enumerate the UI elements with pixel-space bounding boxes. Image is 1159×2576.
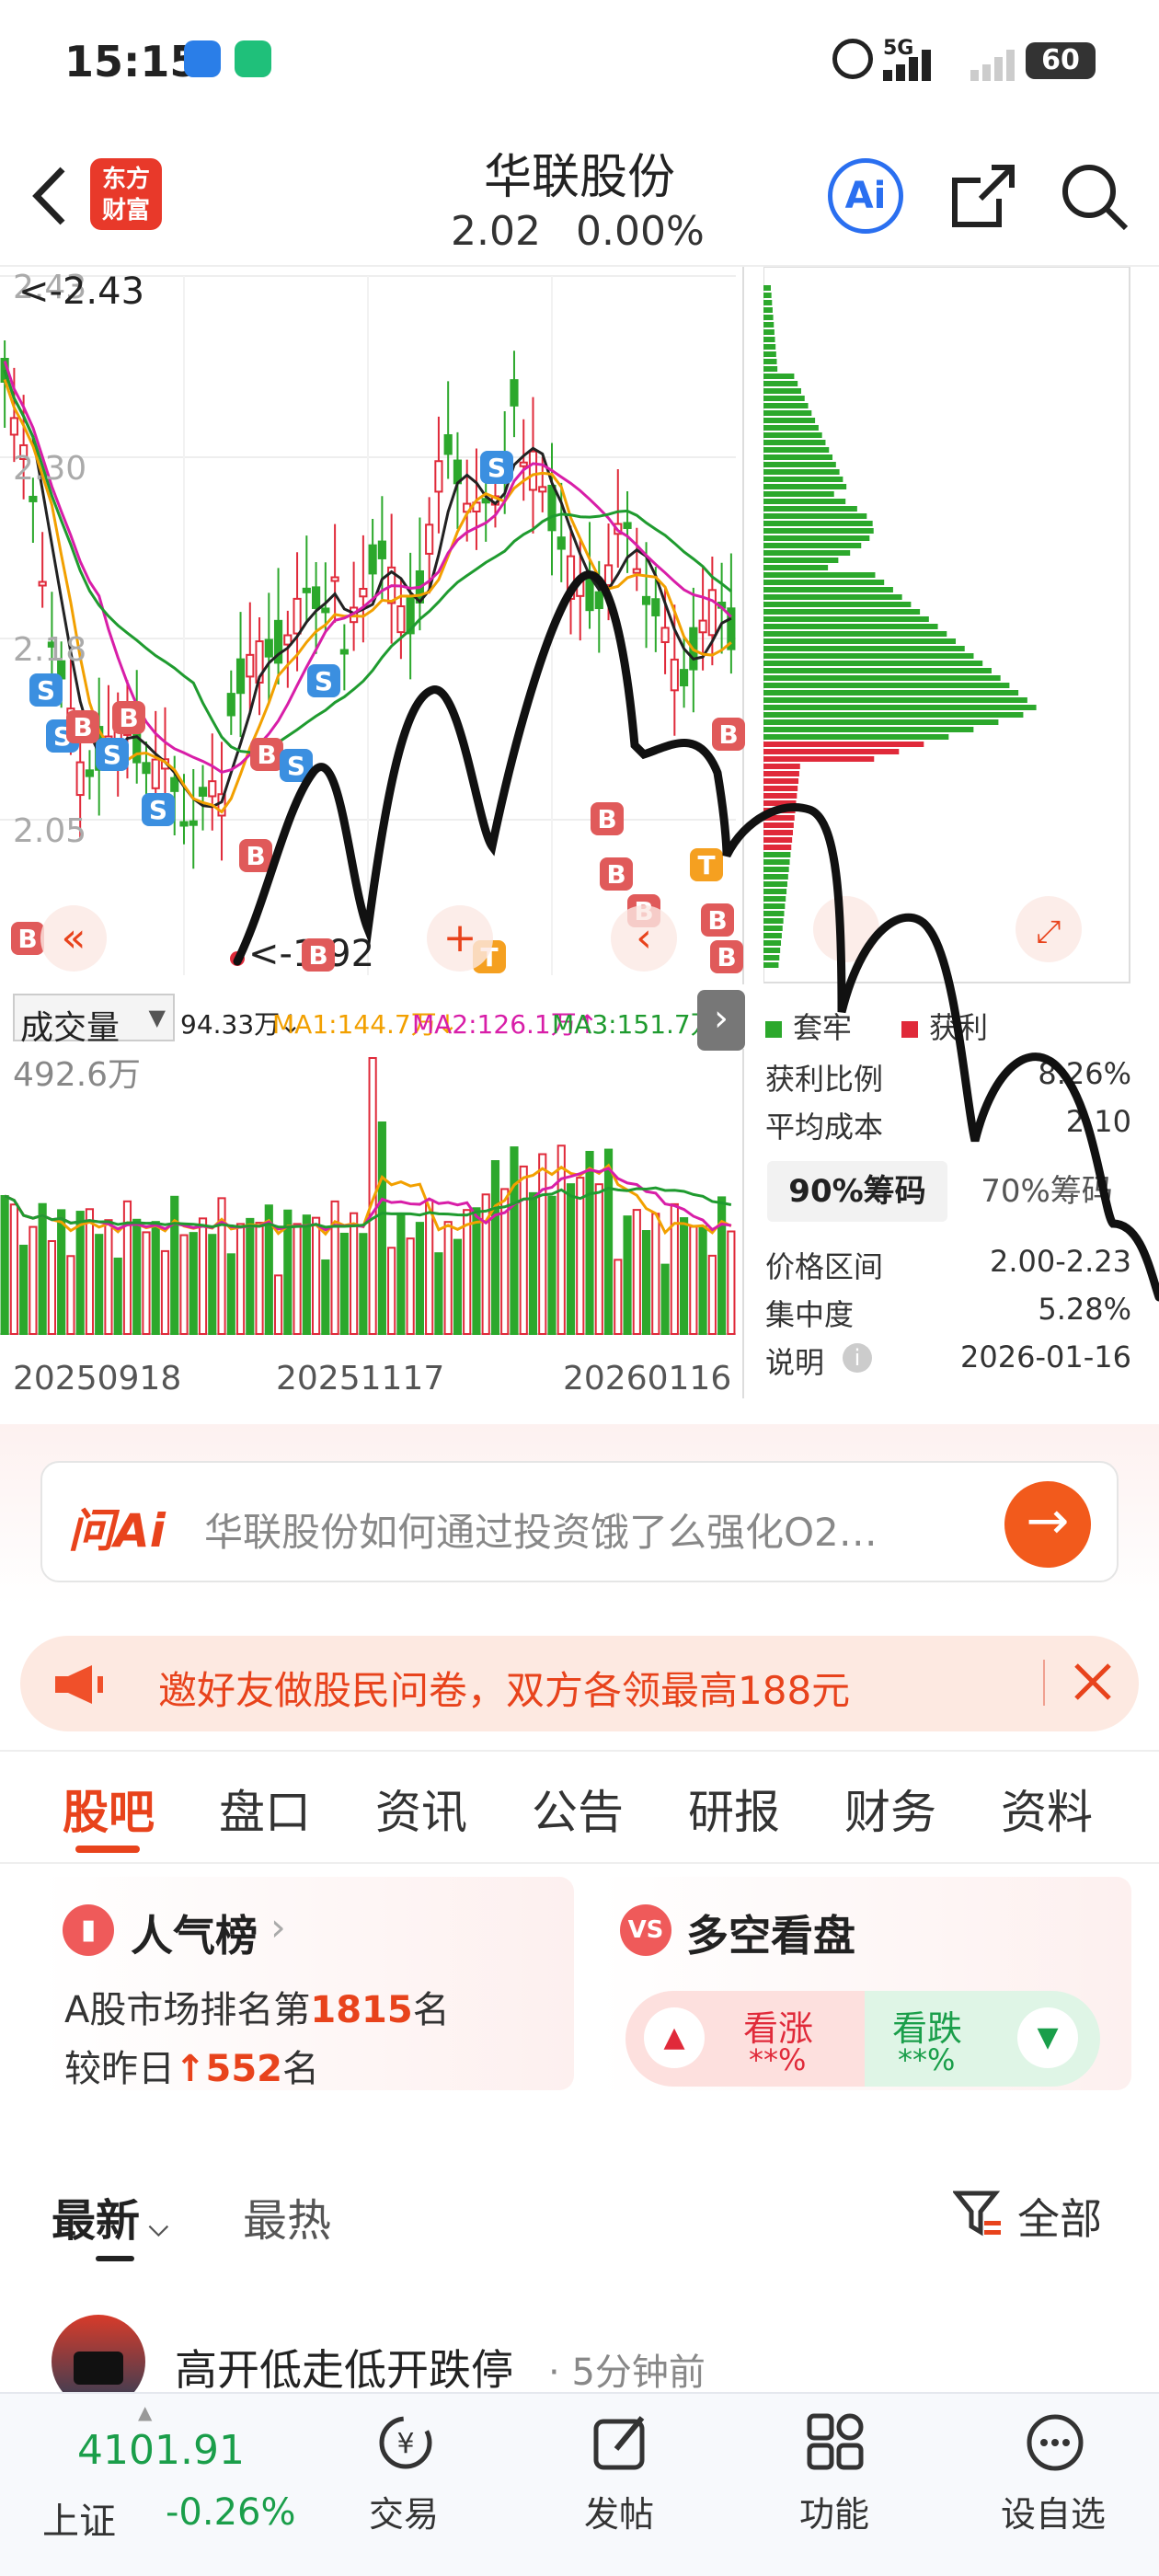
rank-change-line: 较昨日↑552名 — [64, 2048, 320, 2090]
more-icon — [1027, 2414, 1084, 2471]
trade-icon: ¥ — [379, 2416, 432, 2469]
post-title[interactable]: 高开低走低开跌停 — [175, 2337, 513, 2398]
filter-icon[interactable] — [951, 2188, 1003, 2239]
ai-ask-bar[interactable]: 问Ai 华联股份如何通过投资饿了么强化O2… → — [40, 1461, 1119, 1582]
chart-badge-icon: ▮ — [63, 1904, 114, 1956]
tab-5[interactable]: 财务 — [844, 1776, 936, 1842]
chevron-right-icon: › — [270, 1904, 286, 1949]
tab-4[interactable]: 研报 — [688, 1776, 780, 1842]
ai-brand: 问Ai — [68, 1504, 166, 1558]
bull-bear-card[interactable]: VS 多空看盘 ▲ 看涨 **% 看跌 **% ▼ — [598, 1877, 1131, 2090]
tab-3[interactable]: 公告 — [532, 1776, 624, 1842]
vs-icon: VS — [620, 1904, 671, 1956]
feed-tab-new[interactable]: 最新 ⌵ — [52, 2184, 168, 2248]
index-change[interactable]: -0.26% — [166, 2491, 296, 2534]
nav-functions[interactable]: 功能 — [756, 2394, 912, 2576]
index-value[interactable]: 4101.91 — [77, 2427, 245, 2474]
index-name[interactable]: 上证 — [42, 2491, 116, 2545]
rank-line: A股市场排名第1815名 — [64, 1989, 450, 2031]
popularity-title: 人气榜 — [131, 1911, 258, 1961]
nav-trade[interactable]: ¥ 交易 — [326, 2394, 482, 2576]
edit-icon — [593, 2416, 645, 2470]
tab-underline — [75, 1846, 140, 1853]
promo-banner[interactable]: 邀好友做股民问卷，双方各领最高188元 — [20, 1636, 1139, 1731]
up-arrow-icon: ▲ — [644, 2007, 705, 2068]
tab-6[interactable]: 资料 — [1001, 1776, 1093, 1842]
megaphone-icon — [52, 1663, 105, 1709]
bottom-nav: ▲ 4101.91 上证 -0.26% ¥ 交易 发帖 功能 设自选 — [0, 2392, 1159, 2576]
bearish-button[interactable]: 看跌 **% ▼ — [865, 1991, 1100, 2087]
ai-go-button[interactable]: → — [1004, 1481, 1091, 1568]
tab-0[interactable]: 股吧 — [63, 1776, 155, 1842]
feed-tab-underline — [96, 2256, 134, 2261]
handwritten-scribble — [233, 570, 1159, 1302]
banner-text: 邀好友做股民问卷，双方各领最高188元 — [158, 1668, 851, 1713]
down-arrow-icon: ▼ — [1017, 2007, 1078, 2068]
index-caret-icon: ▲ — [138, 2401, 153, 2423]
vs-title: 多空看盘 — [686, 1911, 855, 1961]
svg-text:¥: ¥ — [396, 2428, 414, 2460]
nav-add-watchlist[interactable]: 设自选 — [975, 2394, 1131, 2576]
ai-question: 华联股份如何通过投资饿了么强化O2… — [204, 1510, 878, 1555]
tab-1[interactable]: 盘口 — [219, 1776, 311, 1842]
feed-tab-hot[interactable]: 最热 — [243, 2184, 331, 2248]
banner-close-icon[interactable] — [1063, 1652, 1122, 1711]
post-time: · 5分钟前 — [548, 2352, 706, 2394]
tab-2[interactable]: 资讯 — [375, 1776, 467, 1842]
grid-icon — [807, 2413, 864, 2470]
nav-post[interactable]: 发帖 — [541, 2394, 697, 2576]
bullish-button[interactable]: ▲ 看涨 **% — [625, 1991, 865, 2087]
filter-all[interactable]: 全部 — [1017, 2186, 1102, 2247]
popularity-card[interactable]: ▮ 人气榜 › A股市场排名第1815名 较昨日↑552名 — [40, 1877, 574, 2090]
